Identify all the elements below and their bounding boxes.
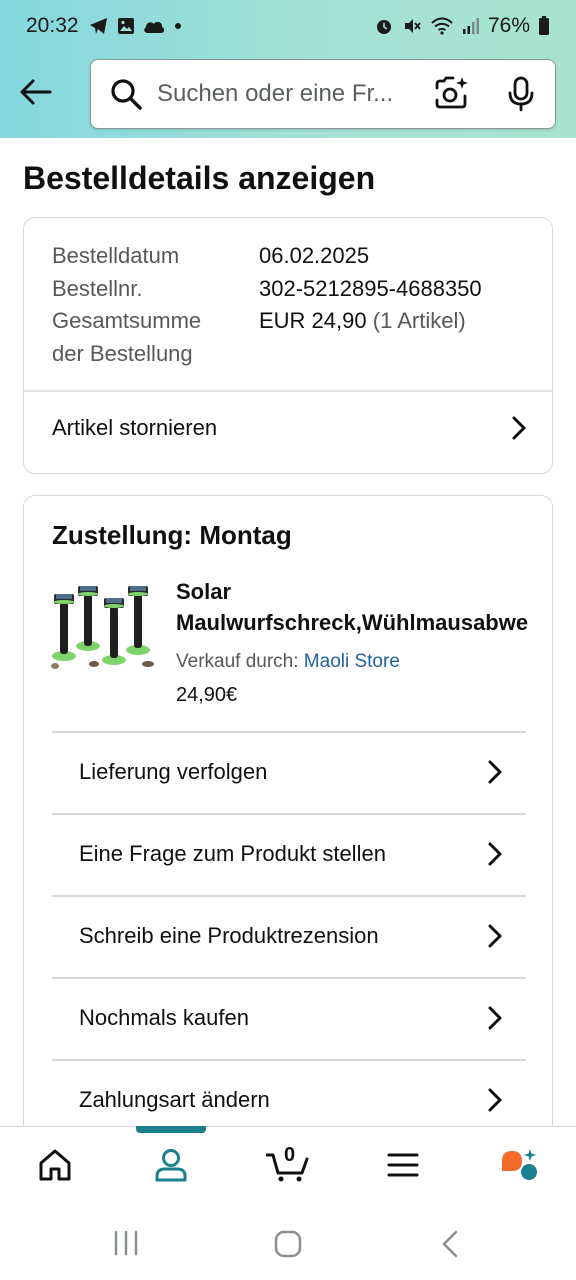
- order-item-count: (1 Artikel): [372, 308, 466, 333]
- page-title: Bestelldetails anzeigen: [23, 160, 376, 196]
- account-icon: [155, 1149, 187, 1182]
- seller-link[interactable]: Maoli Store: [304, 651, 400, 672]
- seller-info: Verkauf durch: Maoli Store: [176, 651, 400, 673]
- order-total-value: EUR 24,90 (1 Artikel): [259, 305, 466, 370]
- chevron-right-icon: [488, 1088, 502, 1112]
- order-date-label: Bestelldatum: [52, 243, 180, 268]
- battery-icon: [538, 16, 550, 36]
- rufus-icon: [502, 1149, 537, 1180]
- order-summary-card: Bestelldatum 06.02.2025 Bestellnr. 302-5…: [23, 217, 553, 474]
- status-time: 20:32: [26, 14, 79, 37]
- nav-home[interactable]: [35, 1145, 75, 1185]
- nav-account[interactable]: [151, 1145, 191, 1185]
- write-review-link[interactable]: Schreib eine Produktrezension: [52, 896, 526, 976]
- microphone-icon[interactable]: [505, 76, 537, 112]
- order-date-row: Bestelldatum 06.02.2025: [52, 240, 482, 273]
- camera-search-icon[interactable]: [433, 76, 469, 112]
- chevron-right-icon: [488, 924, 502, 948]
- product-title-line2: Maulwurfschreck,Wühlmausabwehr: [176, 610, 528, 635]
- bottom-nav: 0: [0, 1126, 576, 1204]
- order-date-value: 06.02.2025: [259, 243, 370, 268]
- track-package-label: Lieferung verfolgen: [79, 759, 268, 784]
- search-bar[interactable]: Suchen oder eine Fr...: [90, 59, 556, 129]
- chevron-right-icon: [512, 416, 526, 440]
- order-total-label: Gesamtsumme der Bestellung: [52, 305, 259, 370]
- back-button[interactable]: [18, 74, 54, 110]
- product-title-link[interactable]: Solar Maulwurfschreck,Wühlmausabwehr: [176, 576, 528, 638]
- ask-question-link[interactable]: Eine Frage zum Produkt stellen: [52, 814, 526, 894]
- delivery-title: Zustellung: Montag: [52, 520, 292, 550]
- chevron-right-icon: [488, 760, 502, 784]
- ask-question-label: Eine Frage zum Produkt stellen: [79, 841, 386, 866]
- recent-apps-icon[interactable]: [112, 1230, 140, 1256]
- status-bar: 20:32 76%: [0, 0, 576, 52]
- wifi-icon: [430, 16, 454, 36]
- cart-count: 0: [284, 1144, 296, 1166]
- nav-rufus[interactable]: [500, 1145, 540, 1185]
- order-number-row: Bestellnr. 302-5212895-4688350: [52, 273, 482, 306]
- product-title-line1: Solar: [176, 579, 232, 604]
- order-number-label: Bestellnr.: [52, 275, 143, 301]
- active-tab-indicator: [136, 1126, 206, 1133]
- order-total-row: Gesamtsumme der Bestellung EUR 24,90 (1 …: [52, 305, 482, 370]
- alarm-icon: [374, 16, 394, 36]
- cancel-items-link[interactable]: Artikel stornieren: [24, 398, 552, 458]
- signal-icon: [462, 17, 480, 35]
- battery-percent: 76%: [487, 14, 530, 37]
- search-icon: [111, 79, 142, 110]
- cloud-icon: [143, 18, 165, 34]
- search-input[interactable]: Suchen oder eine Fr...: [157, 80, 413, 108]
- system-nav-bar: [0, 1204, 576, 1280]
- app-header: 20:32 76% Suchen oder eine Fr...: [0, 0, 576, 138]
- nav-menu[interactable]: [383, 1145, 423, 1185]
- product-price: 24,90€: [176, 684, 238, 706]
- track-package-link[interactable]: Lieferung verfolgen: [52, 732, 526, 812]
- product-image[interactable]: [50, 580, 160, 674]
- change-payment-label: Zahlungsart ändern: [79, 1087, 270, 1112]
- home-icon: [39, 1149, 71, 1181]
- chevron-right-icon: [488, 1006, 502, 1030]
- chevron-right-icon: [488, 842, 502, 866]
- sold-by-label: Verkauf durch:: [176, 651, 304, 672]
- mute-icon: [402, 16, 422, 36]
- order-info: Bestelldatum 06.02.2025 Bestellnr. 302-5…: [52, 240, 482, 370]
- order-total-label-line2: der Bestellung: [52, 340, 193, 366]
- telegram-icon: [89, 16, 109, 36]
- cancel-items-label: Artikel stornieren: [52, 415, 218, 440]
- menu-icon: [387, 1153, 419, 1177]
- back-nav-icon[interactable]: [440, 1230, 460, 1258]
- order-total-label-line1: Gesamtsumme: [52, 308, 202, 333]
- buy-again-link[interactable]: Nochmals kaufen: [52, 978, 526, 1058]
- order-total-amount: EUR 24,90: [259, 308, 367, 333]
- home-button-icon[interactable]: [274, 1230, 302, 1258]
- arrow-left-icon: [20, 79, 52, 105]
- delivery-card: Zustellung: Montag Solar Maulwurfschreck…: [23, 495, 553, 1155]
- write-review-label: Schreib eine Produktrezension: [79, 923, 379, 948]
- gallery-icon: [117, 17, 135, 35]
- order-number-value: 302-5212895-4688350: [259, 275, 482, 301]
- dot-icon: [173, 21, 183, 31]
- buy-again-label: Nochmals kaufen: [79, 1005, 249, 1030]
- divider: [24, 390, 552, 392]
